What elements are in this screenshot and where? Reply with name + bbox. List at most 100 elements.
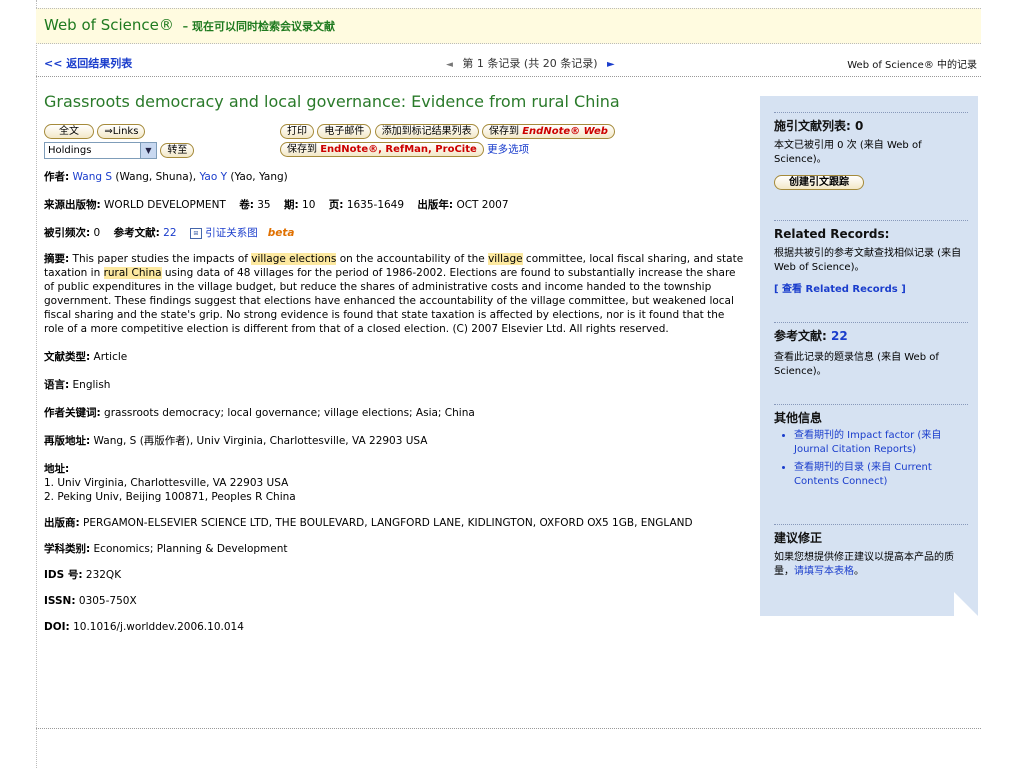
ids-value: 232QK [85,569,122,581]
references-title-label: 参考文献: [774,329,827,343]
correction-form-link[interactable]: 请填写本表格 [794,566,854,577]
ids-label: IDS 号: [44,569,83,581]
year-value: OCT 2007 [456,199,509,211]
sidebar-divider [774,404,968,405]
save-formats-label: EndNote®, RefMan, ProCite [320,144,477,155]
ids-field: IDS 号: 232QK [44,568,744,582]
view-related-records-link[interactable]: [ 查看 Related Records ] [774,283,968,297]
related-records-section: Related Records: 根据共被引的参考文献查找相似记录 (来自 We… [774,220,968,297]
refs-count-link[interactable]: 22 [163,227,176,239]
sidebar-divider [774,322,968,323]
other-info-section: 其他信息 查看期刊的 Impact factor (来自 Journal Cit… [774,404,968,493]
citation-map-icon[interactable]: ⊞ [189,227,202,239]
back-to-results-link[interactable]: << 返回结果列表 [44,55,132,71]
publisher-value: PERGAMON-ELSEVIER SCIENCE LTD, THE BOULE… [83,517,693,529]
page-curl-corner [954,592,978,616]
save-to-label-2: 保存到 [287,144,317,155]
links-button[interactable]: ⇒Links [97,124,146,139]
source-value: WORLD DEVELOPMENT [104,199,226,211]
go-button[interactable]: 转至 [160,143,195,158]
doctype-value: Article [93,351,128,363]
source-label: 来源出版物: [44,199,101,211]
issue-label: 期: [283,199,299,211]
create-citation-alert-button[interactable]: 创建引文跟踪 [774,175,864,190]
record-detail: Grassroots democracy and local governanc… [44,92,744,634]
abstract-highlight-1: village elections [251,253,337,265]
publisher-field: 出版商: PERGAMON-ELSEVIER SCIENCE LTD, THE … [44,516,724,530]
save-actions: 保存到 EndNote®, RefMan, ProCite 更多选项 [280,142,529,157]
citation-map-link[interactable]: 引证关系图 [205,227,258,239]
chevron-down-icon[interactable]: ▼ [140,143,156,158]
action-row-2: Holdings ▼ 转至 保存到 EndNote®, RefMan, ProCi… [44,142,744,160]
issn-value: 0305-750X [78,595,137,607]
address-field: 地址: 1. Univ Virginia, Charlottesville, V… [44,462,744,504]
suggest-correction-desc: 如果您想提供修正建议以提高本产品的质量，请填写本表格。 [774,551,968,579]
year-label: 出版年: [417,199,454,211]
cited-value: 0 [93,227,101,239]
beta-badge: beta [267,227,295,239]
author-fullname-wang: (Wang, Shuna), [115,171,197,183]
subject-field: 学科类别: Economics; Planning & Development [44,542,744,556]
abstract-text-2: on the accountability of the [336,253,489,265]
authors-field: 作者: Wang S (Wang, Shuna), Yao Y (Yao, Ya… [44,170,744,184]
holdings-select[interactable]: Holdings ▼ [44,142,157,159]
sidebar-divider [774,524,968,525]
keywords-field: 作者关键词: grassroots democracy; local gover… [44,406,744,420]
fulltext-button[interactable]: 全文 [44,124,94,139]
save-endnote-web-button[interactable]: 保存到 EndNote® Web [482,124,615,139]
references-count-link[interactable]: 22 [831,329,848,343]
keywords-label: 作者关键词: [44,407,101,419]
author-link-wang[interactable]: Wang S [73,171,112,183]
reprint-label: 再版地址: [44,435,91,447]
address-label: 地址: [44,463,70,475]
action-row-1: 全文 ⇒Links 打印 电子邮件 添加到标记结果列表 保存到 EndNote®… [44,124,744,142]
subject-label: 学科类别: [44,543,91,555]
citation-field: 被引频次: 0 参考文献: 22 ⊞ 引证关系图 beta [44,226,744,240]
author-link-yao[interactable]: Yao Y [199,171,227,183]
next-record-icon[interactable]: ► [607,59,615,70]
volume-label: 卷: [239,199,254,211]
refs-label: 参考文献: [113,227,160,239]
author-fullname-yao: (Yao, Yang) [230,171,288,183]
publisher-label: 出版商: [44,517,80,529]
record-navigation-bar: << 返回结果列表 ◄ 第 1 条记录 (共 20 条记录) ► Web of … [36,48,981,77]
address-line-2: 2. Peking Univ, Beijing 100871, Peoples … [44,491,296,503]
record-sidebar: 施引文献列表: 0 本文已被引用 0 次 (来自 Web of Science)… [760,96,978,616]
abstract-highlight-3: rural China [103,267,162,279]
more-options-link[interactable]: 更多选项 [487,144,529,156]
impact-factor-link[interactable]: 查看期刊的 Impact factor (来自 Journal Citation… [794,429,968,457]
brand-title: Web of Science® – 现在可以同时检索会议录文献 [44,16,335,34]
output-actions: 打印 电子邮件 添加到标记结果列表 保存到 EndNote® Web [280,124,615,139]
add-marked-list-button[interactable]: 添加到标记结果列表 [374,124,479,139]
references-section: 参考文献: 22 查看此记录的题录信息 (来自 Web of Science)。 [774,322,968,379]
reprint-value: Wang, S (再版作者), Univ Virginia, Charlotte… [93,435,428,447]
abstract-label: 摘要: [44,253,70,265]
language-label: 语言: [44,379,70,391]
pages-label: 页: [328,199,344,211]
abstract-field: 摘要: This paper studies the impacts of vi… [44,252,744,336]
prev-record-icon[interactable]: ◄ [446,60,453,70]
brand-slogan: – 现在可以同时检索会议录文献 [182,20,335,33]
related-records-desc: 根据共被引的参考文献查找相似记录 (来自 Web of Science)。 [774,248,962,273]
cited-label: 被引频次: [44,227,91,239]
reprint-field: 再版地址: Wang, S (再版作者), Univ Virginia, Cha… [44,434,744,448]
print-button[interactable]: 打印 [280,124,314,139]
abstract-highlight-2: village [488,253,523,265]
holdings-select-value: Holdings [48,145,92,156]
wos-record-label: Web of Science® 中的记录 [847,60,977,71]
references-title: 参考文献: 22 [774,329,968,343]
keywords-value: grassroots democracy; local governance; … [104,407,475,419]
other-info-title: 其他信息 [774,411,823,425]
record-pager: ◄ 第 1 条记录 (共 20 条记录) ► [440,55,615,71]
doi-field: DOI: 10.1016/j.worlddev.2006.10.014 [44,620,744,634]
citing-articles-section: 施引文献列表: 0 本文已被引用 0 次 (来自 Web of Science)… [774,112,968,191]
subject-value: Economics; Planning & Development [93,543,288,555]
save-endnote-refman-procite-button[interactable]: 保存到 EndNote®, RefMan, ProCite [280,142,484,157]
related-records-title: Related Records: [774,227,890,241]
endnote-web-label: EndNote® Web [522,126,608,137]
brand-name: Web of Science® [44,16,174,34]
citing-articles-title: 施引文献列表: 0 [774,119,864,133]
email-button[interactable]: 电子邮件 [317,124,372,139]
journal-toc-link[interactable]: 查看期刊的目录 (来自 Current Contents Connect) [794,461,968,489]
sidebar-divider [774,220,968,221]
